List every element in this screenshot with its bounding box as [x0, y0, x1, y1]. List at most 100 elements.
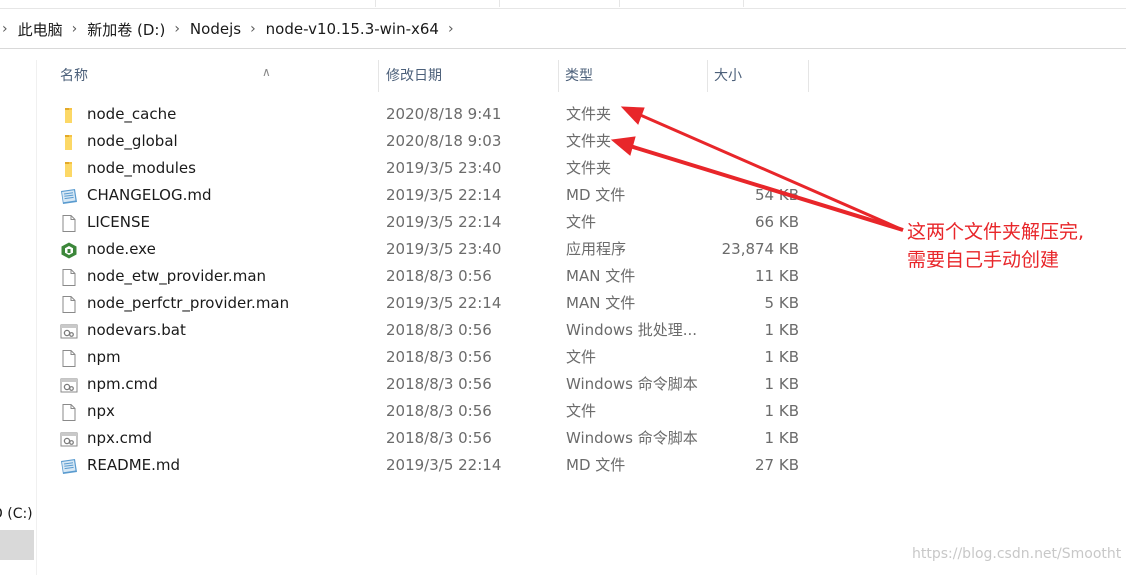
file-name: npx	[87, 402, 115, 420]
folder-icon	[60, 160, 78, 177]
file-date: 2019/3/5 23:40	[386, 159, 502, 177]
nodejs-exe-icon	[60, 241, 78, 259]
file-row[interactable]: npm 2018/8/3 0:56 文件 1 KB	[52, 344, 812, 371]
address-bar-border	[0, 48, 1126, 49]
file-type: Windows 批处理...	[566, 321, 698, 339]
breadcrumb: › 此电脑 › 新加卷 (D:) › Nodejs › node-v10.15.…	[0, 10, 1126, 48]
file-name: npm.cmd	[87, 375, 158, 393]
file-icon	[60, 268, 78, 286]
ribbon-strip	[0, 0, 1126, 9]
column-name-label: 名称	[60, 68, 88, 84]
file-icon	[60, 403, 78, 421]
file-row[interactable]: node_perfctr_provider.man 2019/3/5 22:14 M…	[52, 290, 812, 317]
file-date: 2018/8/3 0:56	[386, 348, 492, 366]
file-type: MD 文件	[566, 186, 626, 204]
file-date: 2018/8/3 0:56	[386, 402, 492, 420]
column-size-label: 大小	[714, 68, 742, 84]
file-row[interactable]: node_cache 2020/8/18 9:41 文件夹	[52, 101, 812, 128]
file-name: npm	[87, 348, 121, 366]
chevron-right-icon[interactable]: ›	[174, 21, 180, 37]
breadcrumb-this-pc[interactable]: 此电脑	[18, 19, 63, 40]
column-header: 名称 ∧ 修改日期 类型 大小	[0, 60, 1126, 92]
file-name: node_modules	[87, 159, 196, 177]
file-date: 2019/3/5 23:40	[386, 240, 502, 258]
file-name: node_global	[87, 132, 178, 150]
file-size: 1 KB	[764, 321, 799, 339]
file-icon	[60, 214, 78, 232]
file-type: 应用程序	[566, 240, 627, 258]
annotation-note: 这两个文件夹解压完, 需要自己手动创建	[907, 218, 1084, 274]
batch-file-icon	[60, 322, 78, 339]
file-type: MD 文件	[566, 456, 626, 474]
column-date[interactable]: 修改日期	[380, 60, 559, 92]
chevron-right-icon[interactable]: ›	[72, 21, 78, 37]
file-explorer-window: › 此电脑 › 新加卷 (D:) › Nodejs › node-v10.15.…	[0, 0, 1126, 575]
file-size: 27 KB	[755, 456, 799, 474]
file-size: 1 KB	[764, 402, 799, 420]
column-type-label: 类型	[565, 68, 593, 84]
file-type: MAN 文件	[566, 267, 636, 285]
file-date: 2019/3/5 22:14	[386, 213, 502, 231]
breadcrumb-drive-d[interactable]: 新加卷 (D:)	[87, 19, 165, 40]
chevron-right-icon[interactable]: ›	[250, 21, 256, 37]
file-row[interactable]: node_modules 2019/3/5 23:40 文件夹	[52, 155, 812, 182]
file-name: node_perfctr_provider.man	[87, 294, 290, 312]
chevron-right-icon[interactable]: ›	[448, 21, 454, 37]
markdown-file-icon	[60, 457, 78, 474]
file-type: 文件夹	[566, 132, 612, 150]
nav-selected-item[interactable]	[0, 530, 34, 560]
file-type: 文件	[566, 348, 597, 366]
file-row[interactable]: npx 2018/8/3 0:56 文件 1 KB	[52, 398, 812, 425]
folder-icon	[60, 106, 78, 123]
file-icon	[60, 349, 78, 367]
breadcrumb-nodejs[interactable]: Nodejs	[190, 20, 241, 38]
file-name: LICENSE	[87, 213, 150, 231]
navigation-pane: D (C:)	[0, 60, 37, 575]
file-name: nodevars.bat	[87, 321, 186, 339]
file-size: 1 KB	[764, 375, 799, 393]
file-name: CHANGELOG.md	[87, 186, 212, 204]
file-date: 2019/3/5 22:14	[386, 186, 502, 204]
file-type: Windows 命令脚本	[566, 375, 698, 393]
file-row[interactable]: npm.cmd 2018/8/3 0:56 Windows 命令脚本 1 KB	[52, 371, 812, 398]
file-row[interactable]: CHANGELOG.md 2019/3/5 22:14 MD 文件 54 KB	[52, 182, 812, 209]
batch-file-icon	[60, 376, 78, 393]
file-name: node_cache	[87, 105, 177, 123]
file-date: 2019/3/5 22:14	[386, 456, 502, 474]
file-list: node_cache 2020/8/18 9:41 文件夹 node_global 20…	[52, 101, 812, 479]
sort-up-icon: ∧	[262, 65, 271, 79]
file-row[interactable]: nodevars.bat 2018/8/3 0:56 Windows 批处理... 1…	[52, 317, 812, 344]
file-name: node.exe	[87, 240, 156, 258]
breadcrumb-node-folder[interactable]: node-v10.15.3-win-x64	[266, 20, 439, 38]
file-size: 23,874 KB	[721, 240, 799, 258]
file-date: 2018/8/3 0:56	[386, 267, 492, 285]
file-date: 2018/8/3 0:56	[386, 321, 492, 339]
annotation-line-1: 这两个文件夹解压完,	[907, 221, 1085, 243]
file-size: 54 KB	[755, 186, 799, 204]
nav-item-drive-c[interactable]: D (C:)	[0, 506, 33, 522]
column-name[interactable]: 名称 ∧	[54, 60, 379, 92]
file-size: 1 KB	[764, 348, 799, 366]
markdown-file-icon	[60, 187, 78, 204]
column-type[interactable]: 类型	[559, 60, 708, 92]
column-size[interactable]: 大小	[708, 60, 809, 92]
file-type: 文件夹	[566, 159, 612, 177]
file-date: 2020/8/18 9:03	[386, 132, 502, 150]
file-row[interactable]: npx.cmd 2018/8/3 0:56 Windows 命令脚本 1 KB	[52, 425, 812, 452]
file-name: README.md	[87, 456, 181, 474]
batch-file-icon	[60, 430, 78, 447]
file-size: 11 KB	[755, 267, 799, 285]
file-row[interactable]: node.exe 2019/3/5 23:40 应用程序 23,874 KB	[52, 236, 812, 263]
file-row[interactable]: README.md 2019/3/5 22:14 MD 文件 27 KB	[52, 452, 812, 479]
file-row[interactable]: node_global 2020/8/18 9:03 文件夹	[52, 128, 812, 155]
file-date: 2020/8/18 9:41	[386, 105, 502, 123]
file-row[interactable]: node_etw_provider.man 2018/8/3 0:56 MAN 文件…	[52, 263, 812, 290]
file-type: MAN 文件	[566, 294, 636, 312]
file-row[interactable]: LICENSE 2019/3/5 22:14 文件 66 KB	[52, 209, 812, 236]
file-date: 2018/8/3 0:56	[386, 429, 492, 447]
folder-icon	[60, 133, 78, 150]
file-icon	[60, 295, 78, 313]
chevron-right-icon[interactable]: ›	[2, 21, 8, 37]
file-size: 5 KB	[764, 294, 799, 312]
file-size: 1 KB	[764, 429, 799, 447]
